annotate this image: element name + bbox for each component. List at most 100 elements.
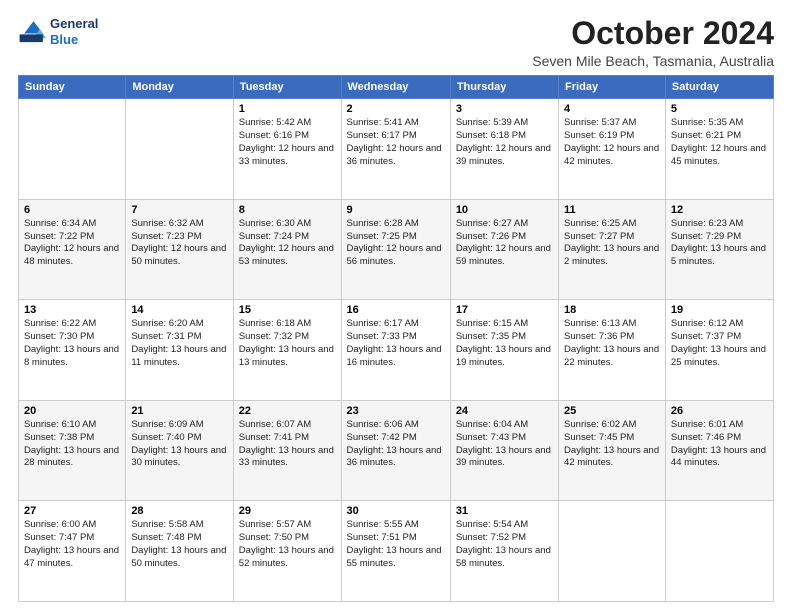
day-cell: 13 Sunrise: 6:22 AM Sunset: 7:30 PM Dayli… — [19, 300, 126, 401]
day-cell: 11 Sunrise: 6:25 AM Sunset: 7:27 PM Dayli… — [559, 199, 666, 300]
day-detail: Sunrise: 6:18 AM Sunset: 7:32 PM Dayligh… — [239, 318, 336, 369]
day-cell: 21Sunrise: 6:09 AM Sunset: 7:40 PM Dayli… — [126, 400, 233, 501]
page: General Blue October 2024 Seven Mile Bea… — [0, 0, 792, 612]
day-detail: Sunrise: 6:04 AM Sunset: 7:43 PM Dayligh… — [456, 419, 553, 470]
day-cell: 20 Sunrise: 6:10 AM Sunset: 7:38 PM Dayli… — [19, 400, 126, 501]
day-number: 8 — [239, 204, 336, 216]
day-number: 31 — [456, 505, 553, 517]
day-detail: Sunrise: 6:22 AM Sunset: 7:30 PM Dayligh… — [24, 318, 120, 369]
logo-line1: General — [50, 16, 98, 32]
day-cell: 29Sunrise: 5:57 AM Sunset: 7:50 PM Dayli… — [233, 501, 341, 602]
day-number: 15 — [239, 304, 336, 316]
day-cell: 25 Sunrise: 6:02 AM Sunset: 7:45 PM Dayli… — [559, 400, 666, 501]
day-detail: Sunrise: 6:13 AM Sunset: 7:36 PM Dayligh… — [564, 318, 660, 369]
weekday-friday: Friday — [559, 76, 666, 99]
day-number: 22 — [239, 405, 336, 417]
day-cell: 1Sunrise: 5:42 AM Sunset: 6:16 PM Daylig… — [233, 99, 341, 200]
day-cell: 23Sunrise: 6:06 AM Sunset: 7:42 PM Dayli… — [341, 400, 450, 501]
weekday-tuesday: Tuesday — [233, 76, 341, 99]
week-row-4: 20 Sunrise: 6:10 AM Sunset: 7:38 PM Dayli… — [19, 400, 774, 501]
day-detail: Sunrise: 5:35 AM Sunset: 6:21 PM Dayligh… — [671, 117, 768, 168]
weekday-row: SundayMondayTuesdayWednesdayThursdayFrid… — [19, 76, 774, 99]
day-cell: 17 Sunrise: 6:15 AM Sunset: 7:35 PM Dayli… — [450, 300, 558, 401]
day-number: 11 — [564, 204, 660, 216]
weekday-saturday: Saturday — [665, 76, 773, 99]
calendar-header: SundayMondayTuesdayWednesdayThursdayFrid… — [19, 76, 774, 99]
day-cell: 15 Sunrise: 6:18 AM Sunset: 7:32 PM Dayli… — [233, 300, 341, 401]
day-detail: Sunrise: 6:01 AM Sunset: 7:46 PM Dayligh… — [671, 419, 768, 470]
day-detail: Sunrise: 6:02 AM Sunset: 7:45 PM Dayligh… — [564, 419, 660, 470]
day-number: 29 — [239, 505, 336, 517]
day-cell: 31 Sunrise: 5:54 AM Sunset: 7:52 PM Dayli… — [450, 501, 558, 602]
subtitle: Seven Mile Beach, Tasmania, Australia — [532, 53, 774, 69]
day-cell — [126, 99, 233, 200]
day-detail: Sunrise: 6:23 AM Sunset: 7:29 PM Dayligh… — [671, 218, 768, 269]
day-detail: Sunrise: 6:28 AM Sunset: 7:25 PM Dayligh… — [347, 218, 445, 269]
logo: General Blue — [18, 16, 98, 47]
day-detail: Sunrise: 6:25 AM Sunset: 7:27 PM Dayligh… — [564, 218, 660, 269]
day-detail: Sunrise: 6:32 AM Sunset: 7:23 PM Dayligh… — [131, 218, 227, 269]
weekday-wednesday: Wednesday — [341, 76, 450, 99]
logo-icon — [18, 18, 46, 46]
day-detail: Sunrise: 6:20 AM Sunset: 7:31 PM Dayligh… — [131, 318, 227, 369]
day-number: 16 — [347, 304, 445, 316]
day-detail: Sunrise: 6:27 AM Sunset: 7:26 PM Dayligh… — [456, 218, 553, 269]
day-detail: Sunrise: 6:07 AM Sunset: 7:41 PM Dayligh… — [239, 419, 336, 470]
day-number: 12 — [671, 204, 768, 216]
day-cell: 2Sunrise: 5:41 AM Sunset: 6:17 PM Daylig… — [341, 99, 450, 200]
day-number: 14 — [131, 304, 227, 316]
day-cell: 6 Sunrise: 6:34 AM Sunset: 7:22 PM Daylig… — [19, 199, 126, 300]
day-cell: 12 Sunrise: 6:23 AM Sunset: 7:29 PM Dayli… — [665, 199, 773, 300]
logo-text: General Blue — [50, 16, 98, 47]
day-detail: Sunrise: 6:34 AM Sunset: 7:22 PM Dayligh… — [24, 218, 120, 269]
day-detail: Sunrise: 5:41 AM Sunset: 6:17 PM Dayligh… — [347, 117, 445, 168]
day-number: 17 — [456, 304, 553, 316]
day-detail: Sunrise: 5:58 AM Sunset: 7:48 PM Dayligh… — [131, 519, 227, 570]
day-cell: 3Sunrise: 5:39 AM Sunset: 6:18 PM Daylig… — [450, 99, 558, 200]
day-cell: 9Sunrise: 6:28 AM Sunset: 7:25 PM Daylig… — [341, 199, 450, 300]
day-number: 30 — [347, 505, 445, 517]
day-cell: 26Sunrise: 6:01 AM Sunset: 7:46 PM Dayli… — [665, 400, 773, 501]
day-cell: 28 Sunrise: 5:58 AM Sunset: 7:48 PM Dayli… — [126, 501, 233, 602]
day-number: 25 — [564, 405, 660, 417]
day-detail: Sunrise: 6:00 AM Sunset: 7:47 PM Dayligh… — [24, 519, 120, 570]
day-number: 28 — [131, 505, 227, 517]
week-row-5: 27 Sunrise: 6:00 AM Sunset: 7:47 PM Dayli… — [19, 501, 774, 602]
weekday-thursday: Thursday — [450, 76, 558, 99]
day-cell: 10 Sunrise: 6:27 AM Sunset: 7:26 PM Dayli… — [450, 199, 558, 300]
day-detail: Sunrise: 6:10 AM Sunset: 7:38 PM Dayligh… — [24, 419, 120, 470]
day-number: 21 — [131, 405, 227, 417]
day-number: 10 — [456, 204, 553, 216]
calendar: SundayMondayTuesdayWednesdayThursdayFrid… — [18, 75, 774, 602]
day-number: 7 — [131, 204, 227, 216]
day-cell: 27 Sunrise: 6:00 AM Sunset: 7:47 PM Dayli… — [19, 501, 126, 602]
day-number: 6 — [24, 204, 120, 216]
day-detail: Sunrise: 6:06 AM Sunset: 7:42 PM Dayligh… — [347, 419, 445, 470]
day-detail: Sunrise: 6:17 AM Sunset: 7:33 PM Dayligh… — [347, 318, 445, 369]
day-cell: 19Sunrise: 6:12 AM Sunset: 7:37 PM Dayli… — [665, 300, 773, 401]
day-number: 24 — [456, 405, 553, 417]
week-row-2: 6 Sunrise: 6:34 AM Sunset: 7:22 PM Daylig… — [19, 199, 774, 300]
day-cell — [665, 501, 773, 602]
header: General Blue October 2024 Seven Mile Bea… — [18, 16, 774, 69]
day-detail: Sunrise: 6:15 AM Sunset: 7:35 PM Dayligh… — [456, 318, 553, 369]
day-number: 13 — [24, 304, 120, 316]
day-detail: Sunrise: 5:42 AM Sunset: 6:16 PM Dayligh… — [239, 117, 336, 168]
day-number: 27 — [24, 505, 120, 517]
day-cell: 16 Sunrise: 6:17 AM Sunset: 7:33 PM Dayli… — [341, 300, 450, 401]
week-row-3: 13 Sunrise: 6:22 AM Sunset: 7:30 PM Dayli… — [19, 300, 774, 401]
day-number: 3 — [456, 103, 553, 115]
day-detail: Sunrise: 5:55 AM Sunset: 7:51 PM Dayligh… — [347, 519, 445, 570]
day-cell: 8 Sunrise: 6:30 AM Sunset: 7:24 PM Daylig… — [233, 199, 341, 300]
day-cell: 4Sunrise: 5:37 AM Sunset: 6:19 PM Daylig… — [559, 99, 666, 200]
weekday-sunday: Sunday — [19, 76, 126, 99]
day-cell: 14 Sunrise: 6:20 AM Sunset: 7:31 PM Dayli… — [126, 300, 233, 401]
day-number: 20 — [24, 405, 120, 417]
day-cell — [19, 99, 126, 200]
day-cell: 24 Sunrise: 6:04 AM Sunset: 7:43 PM Dayli… — [450, 400, 558, 501]
day-detail: Sunrise: 5:54 AM Sunset: 7:52 PM Dayligh… — [456, 519, 553, 570]
day-number: 19 — [671, 304, 768, 316]
day-detail: Sunrise: 6:30 AM Sunset: 7:24 PM Dayligh… — [239, 218, 336, 269]
week-row-1: 1Sunrise: 5:42 AM Sunset: 6:16 PM Daylig… — [19, 99, 774, 200]
main-title: October 2024 — [532, 16, 774, 51]
